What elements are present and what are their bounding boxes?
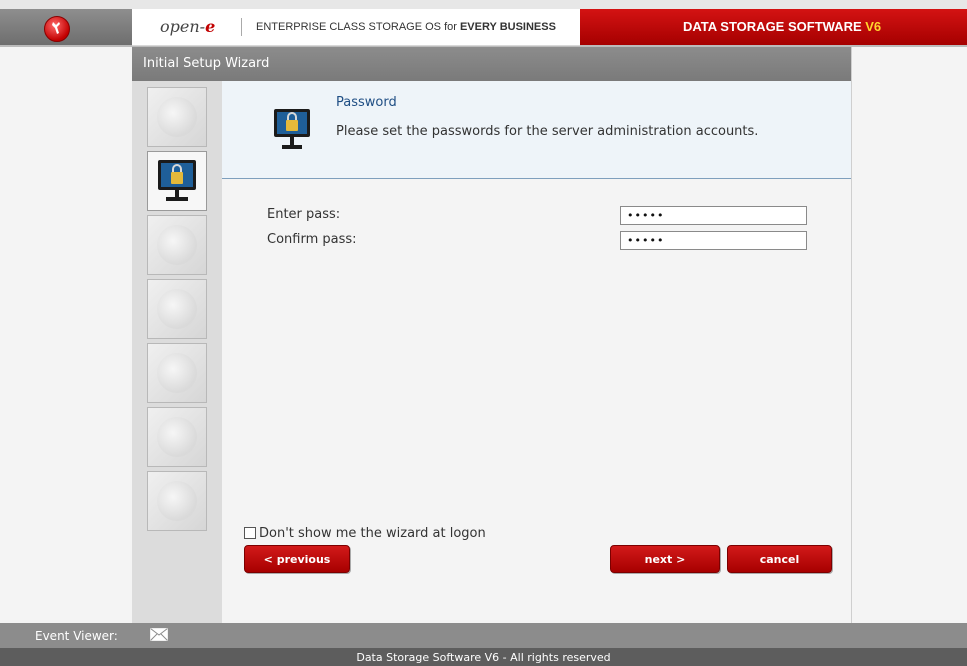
confirm-pass-label: Confirm pass: [267, 232, 357, 247]
step-tools-icon[interactable] [147, 279, 207, 339]
step-keypad-icon[interactable] [147, 343, 207, 403]
brand-slogan: ENTERPRISE CLASS STORAGE OS for EVERY BU… [256, 21, 556, 33]
info-title: Password [336, 95, 397, 110]
left-gutter [0, 47, 133, 623]
wizard-content: Password Please set the passwords for th… [222, 81, 851, 623]
top-strip [0, 0, 967, 9]
step-devices-icon[interactable] [147, 407, 207, 467]
footer-text: Data Storage Software V6 - All rights re… [356, 651, 611, 664]
step-network-icon[interactable] [147, 215, 207, 275]
previous-button[interactable]: < previous [244, 545, 350, 573]
setup-wizard: Initial Setup Wizard Password Please set… [132, 47, 851, 623]
app-logo-icon [44, 16, 70, 42]
cancel-button[interactable]: cancel [727, 545, 832, 573]
wizard-title-bar: Initial Setup Wizard [132, 47, 851, 81]
wizard-steps [132, 81, 222, 623]
app-header: open-e ENTERPRISE CLASS STORAGE OS for E… [0, 9, 967, 47]
status-bar: Event Viewer: [0, 623, 967, 648]
product-banner: DATA STORAGE SOFTWARE V6 [580, 9, 967, 45]
dont-show-label: Don't show me the wizard at logon [259, 525, 486, 541]
dont-show-wizard-option[interactable]: Don't show me the wizard at logon [244, 524, 486, 542]
confirm-pass-input[interactable]: ••••• [620, 231, 807, 250]
brand-area: open-e ENTERPRISE CLASS STORAGE OS for E… [132, 9, 580, 46]
info-description: Please set the passwords for the server … [336, 124, 759, 139]
enter-pass-label: Enter pass: [267, 207, 341, 222]
logo-area [0, 9, 132, 45]
info-box: Password Please set the passwords for th… [222, 81, 851, 179]
monitor-lock-icon [158, 160, 196, 201]
footer-bar: Data Storage Software V6 - All rights re… [0, 648, 967, 666]
event-viewer-label: Event Viewer: [35, 629, 118, 643]
step-globe-icon[interactable] [147, 87, 207, 147]
brand-logo: open-e [160, 17, 216, 36]
enter-pass-input[interactable]: ••••• [620, 206, 807, 225]
product-title: DATA STORAGE SOFTWARE V6 [683, 19, 882, 34]
mail-icon[interactable] [150, 628, 168, 641]
right-gutter [851, 47, 967, 623]
step-password-icon[interactable] [147, 151, 207, 211]
wizard-title: Initial Setup Wizard [143, 56, 270, 71]
brand-separator [241, 18, 242, 36]
dont-show-checkbox[interactable] [244, 527, 256, 539]
step-info-icon[interactable] [147, 471, 207, 531]
password-monitor-icon [274, 109, 310, 149]
next-button[interactable]: next > [610, 545, 720, 573]
wrench-icon [52, 22, 60, 34]
